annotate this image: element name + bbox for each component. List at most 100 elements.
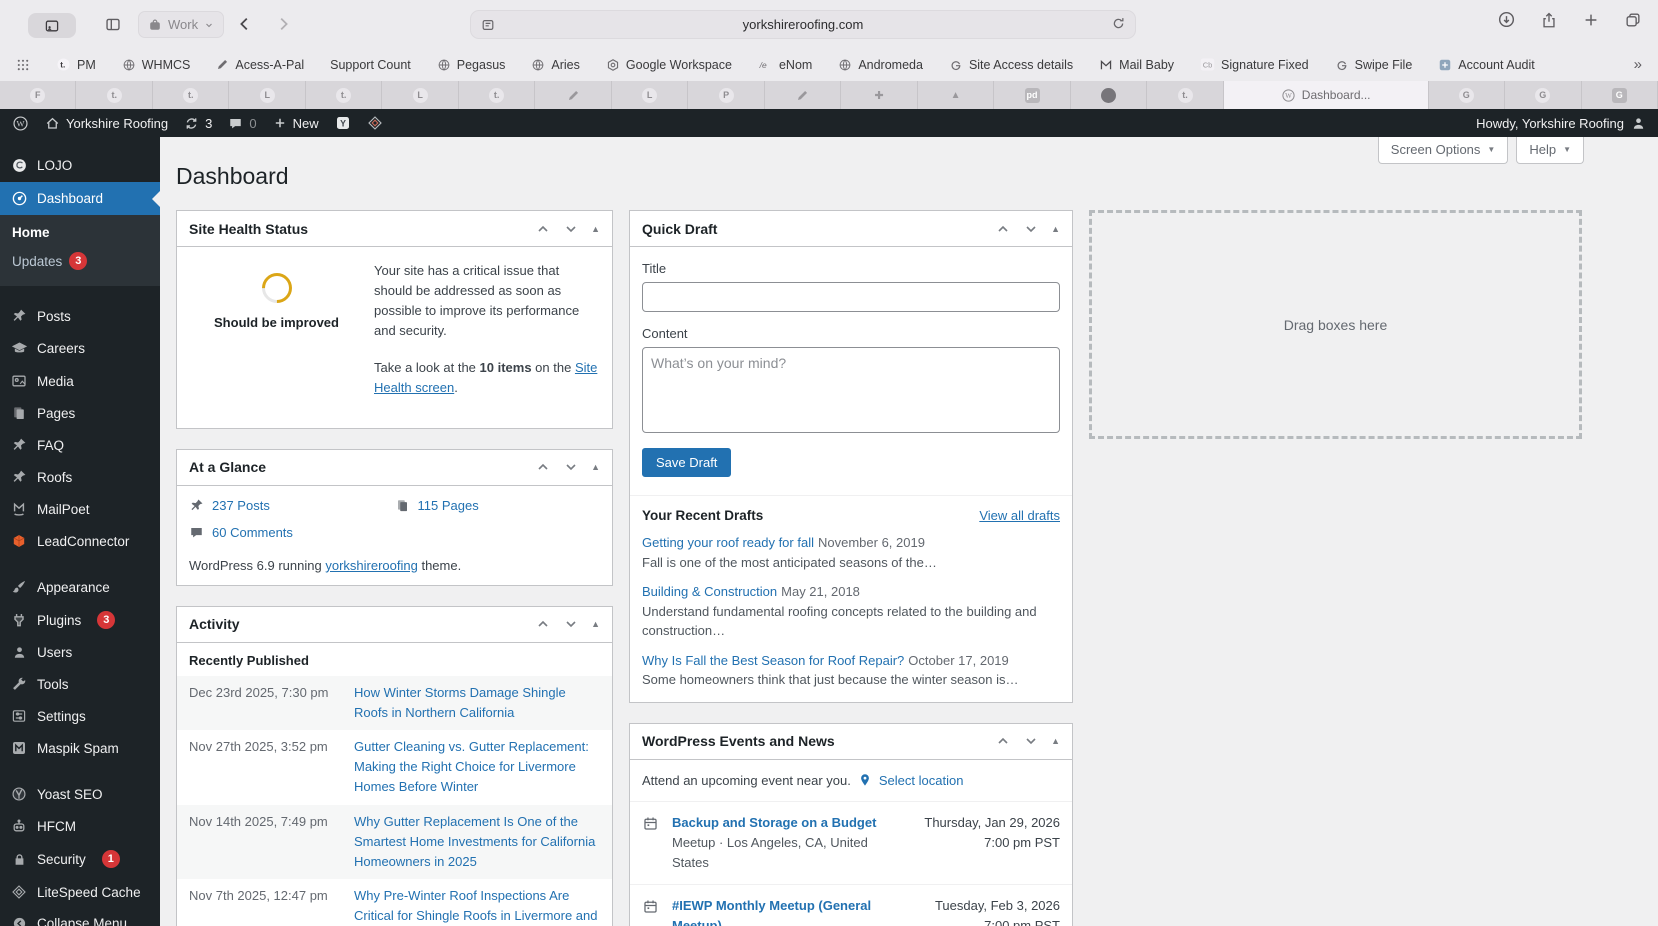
- sidebar-item-mailpoet[interactable]: MailPoet: [0, 493, 160, 525]
- sidebar-item-yoast-seo[interactable]: Yoast SEO: [0, 778, 160, 810]
- sidebar-item-faq[interactable]: FAQ: [0, 429, 160, 461]
- sidebar-item-litespeed-cache[interactable]: LiteSpeed Cache: [0, 876, 160, 908]
- comments-menu[interactable]: 0: [228, 116, 257, 131]
- bookmark-item[interactable]: Site Access details: [949, 58, 1073, 72]
- tab-overview-button[interactable]: [1624, 10, 1642, 32]
- new-tab-button[interactable]: [1582, 10, 1600, 32]
- browser-tab[interactable]: [535, 81, 612, 109]
- select-location-link[interactable]: Select location: [879, 773, 964, 788]
- sidebar-item-pages[interactable]: Pages: [0, 397, 160, 429]
- move-down-button[interactable]: [563, 616, 579, 632]
- howdy-label[interactable]: Howdy, Yorkshire Roofing: [1476, 116, 1624, 131]
- bookmarks-overflow-button[interactable]: »: [1634, 56, 1642, 73]
- sidebar-item-plugins[interactable]: Plugins 3: [0, 603, 160, 637]
- move-down-button[interactable]: [1023, 733, 1039, 749]
- draft-title-link[interactable]: Building & Construction: [642, 584, 777, 599]
- share-button[interactable]: [1540, 10, 1558, 32]
- sidebar-item-roofs[interactable]: Roofs: [0, 461, 160, 493]
- move-down-button[interactable]: [563, 221, 579, 237]
- browser-tab[interactable]: F: [0, 81, 77, 109]
- forward-button[interactable]: [274, 10, 292, 38]
- browser-tab[interactable]: t.: [76, 81, 153, 109]
- sidebar-item-users[interactable]: Users: [0, 637, 160, 668]
- toggle-panel-button[interactable]: ▲: [1051, 736, 1060, 746]
- save-draft-button[interactable]: Save Draft: [642, 448, 732, 477]
- url-field[interactable]: yorkshireroofing.com: [470, 10, 1136, 39]
- browser-tab[interactable]: t.: [306, 81, 383, 109]
- browser-tab[interactable]: ✚: [841, 81, 918, 109]
- bookmark-item[interactable]: Mail Baby: [1099, 58, 1174, 72]
- litespeed-menu[interactable]: [367, 115, 383, 131]
- move-up-button[interactable]: [535, 616, 551, 632]
- browser-tab[interactable]: t.: [459, 81, 536, 109]
- sidebar-item-appearance[interactable]: Appearance: [0, 571, 160, 603]
- post-title-link[interactable]: Why Gutter Replacement Is One of the Sma…: [354, 812, 600, 872]
- theme-link[interactable]: yorkshireroofing: [325, 558, 418, 573]
- sidebar-item-hfcm[interactable]: HFCM: [0, 810, 160, 842]
- browser-tab[interactable]: L: [382, 81, 459, 109]
- move-up-button[interactable]: [995, 221, 1011, 237]
- bookmark-item[interactable]: Aries: [531, 58, 580, 72]
- browser-tab[interactable]: L: [229, 81, 306, 109]
- event-title-link[interactable]: Backup and Storage on a Budget: [672, 813, 885, 833]
- bookmark-item[interactable]: WHMCS: [122, 58, 190, 72]
- sidebar-item-security[interactable]: Security 1: [0, 842, 160, 876]
- post-title-link[interactable]: Why Pre-Winter Roof Inspections Are Crit…: [354, 886, 600, 926]
- browser-tab[interactable]: t.: [153, 81, 230, 109]
- bookmark-item[interactable]: Pegasus: [437, 58, 505, 72]
- toggle-panel-button[interactable]: ▲: [591, 619, 600, 629]
- browser-tab[interactable]: [765, 81, 842, 109]
- move-up-button[interactable]: [535, 221, 551, 237]
- downloads-button[interactable]: [1497, 10, 1516, 32]
- browser-tab[interactable]: ●: [1071, 81, 1148, 109]
- widget-header[interactable]: Activity ▲: [177, 607, 612, 643]
- draft-title-link[interactable]: Why Is Fall the Best Season for Roof Rep…: [642, 653, 904, 668]
- post-title-link[interactable]: Gutter Cleaning vs. Gutter Replacement: …: [354, 737, 600, 797]
- view-all-drafts-link[interactable]: View all drafts: [979, 508, 1060, 523]
- browser-tab[interactable]: P: [688, 81, 765, 109]
- back-button[interactable]: [236, 10, 254, 38]
- browser-tab[interactable]: pd: [994, 81, 1071, 109]
- site-name-menu[interactable]: Yorkshire Roofing: [45, 116, 168, 131]
- empty-widget-dropzone[interactable]: Drag boxes here: [1089, 210, 1582, 439]
- toggle-panel-button[interactable]: ▲: [1051, 224, 1060, 234]
- move-up-button[interactable]: [995, 733, 1011, 749]
- post-title-link[interactable]: How Winter Storms Damage Shingle Roofs i…: [354, 683, 600, 723]
- sidebar-item-tools[interactable]: Tools: [0, 668, 160, 700]
- move-down-button[interactable]: [1023, 221, 1039, 237]
- widget-header[interactable]: At a Glance ▲: [177, 450, 612, 486]
- sidebar-item-posts[interactable]: Posts: [0, 300, 160, 332]
- tab-active-dashboard[interactable]: W Dashboard...: [1223, 81, 1429, 109]
- screen-options-button[interactable]: Screen Options ▼: [1377, 137, 1509, 164]
- bookmark-item[interactable]: Cb Signature Fixed: [1200, 57, 1309, 72]
- updates-menu[interactable]: 3: [184, 116, 212, 131]
- sidebar-item-careers[interactable]: Careers: [0, 332, 160, 365]
- sidebar-item-maspik-spam[interactable]: Maspik Spam: [0, 732, 160, 764]
- bookmark-item[interactable]: Andromeda: [838, 58, 923, 72]
- sidebar-item-dashboard[interactable]: Dashboard: [0, 182, 160, 215]
- browser-tab[interactable]: L: [612, 81, 689, 109]
- bookmark-item[interactable]: Acess-A-Pal: [216, 58, 304, 72]
- draft-title-link[interactable]: Getting your roof ready for fall: [642, 535, 814, 550]
- widget-header[interactable]: Quick Draft ▲: [630, 211, 1072, 247]
- widget-header[interactable]: WordPress Events and News ▲: [630, 724, 1072, 760]
- help-button[interactable]: Help ▼: [1516, 137, 1584, 164]
- bookmark-item[interactable]: Swipe File: [1335, 58, 1412, 72]
- glance-comments-link[interactable]: 60 Comments: [212, 525, 293, 540]
- sidebar-item-settings[interactable]: Settings: [0, 700, 160, 732]
- sidebar-subitem-updates[interactable]: Updates 3: [0, 246, 160, 276]
- glance-posts-link[interactable]: 237 Posts: [212, 498, 270, 513]
- widget-header[interactable]: Site Health Status ▲: [177, 211, 612, 247]
- browser-tab[interactable]: G: [1582, 81, 1658, 109]
- browser-tab[interactable]: t.: [1147, 81, 1224, 109]
- browser-tab[interactable]: ▲: [918, 81, 995, 109]
- toggle-panel-button[interactable]: ▲: [591, 462, 600, 472]
- sidebar-toggle-button[interactable]: [104, 10, 122, 38]
- wp-logo-menu[interactable]: W: [12, 115, 29, 132]
- sidebar-subitem-home[interactable]: Home: [0, 219, 160, 246]
- yoast-menu[interactable]: Y: [335, 115, 351, 131]
- bookmark-item[interactable]: Account Audit: [1438, 58, 1535, 72]
- move-down-button[interactable]: [563, 459, 579, 475]
- bookmarks-apps-button[interactable]: [16, 58, 30, 72]
- sidebar-item-collapse-menu[interactable]: Collapse Menu: [0, 908, 160, 926]
